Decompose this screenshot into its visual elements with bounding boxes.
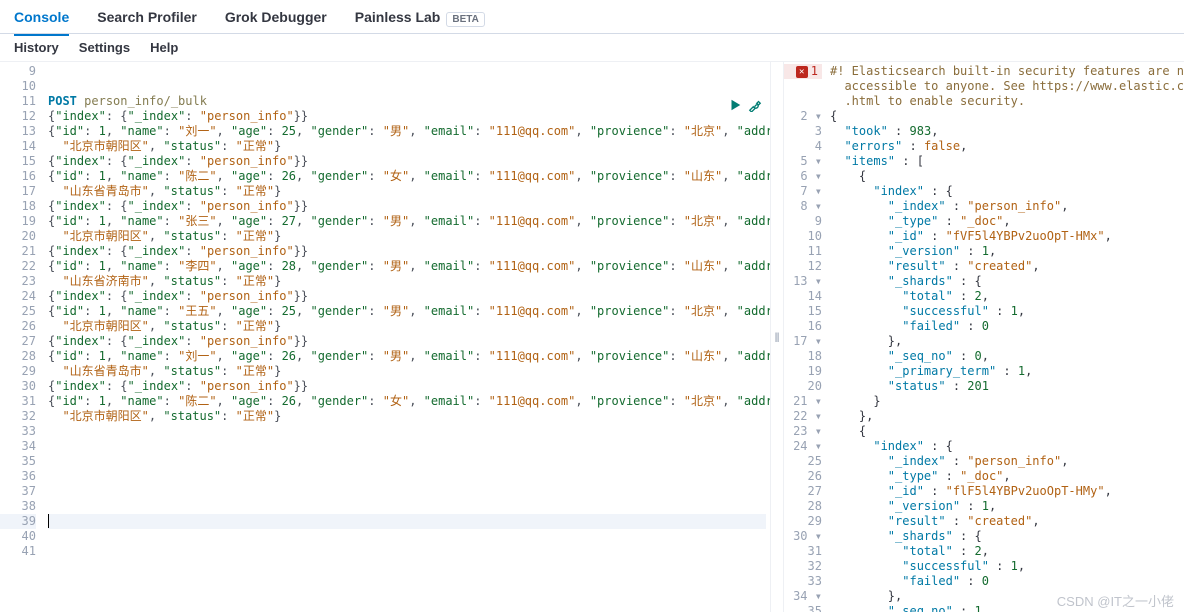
output-body[interactable]: #! Elasticsearch built-in security featu… (826, 62, 1184, 612)
help-button[interactable]: Help (150, 40, 178, 55)
output-gutter: ✕ 1 2 ▾345 ▾6 ▾7 ▾8 ▾910111213 ▾14151617… (784, 62, 826, 612)
tab-console[interactable]: Console (14, 3, 69, 35)
editor-gutter: 9101112131415161718192021222324252627282… (0, 62, 42, 612)
console-subbar: History Settings Help (0, 34, 1184, 62)
beta-badge: BETA (446, 12, 484, 27)
run-icons (728, 98, 762, 116)
history-button[interactable]: History (14, 40, 59, 55)
request-editor[interactable]: 9101112131415161718192021222324252627282… (0, 62, 770, 612)
response-pane: ✕ 1 2 ▾345 ▾6 ▾7 ▾8 ▾910111213 ▾14151617… (784, 62, 1184, 612)
tab-grok-debugger[interactable]: Grok Debugger (225, 3, 327, 35)
wrench-icon[interactable] (748, 98, 762, 116)
watermark: CSDN @IT之一小佬 (1057, 591, 1174, 610)
editor-code[interactable]: POST person_info/_bulk{"index": {"_index… (42, 62, 770, 612)
settings-button[interactable]: Settings (79, 40, 130, 55)
tab-painless-lab[interactable]: Painless LabBETA (355, 3, 485, 35)
dev-tools-tabs: Console Search Profiler Grok Debugger Pa… (0, 0, 1184, 34)
pane-divider[interactable]: ‖ (770, 62, 784, 612)
play-icon[interactable] (728, 98, 742, 116)
tab-search-profiler[interactable]: Search Profiler (97, 3, 197, 35)
